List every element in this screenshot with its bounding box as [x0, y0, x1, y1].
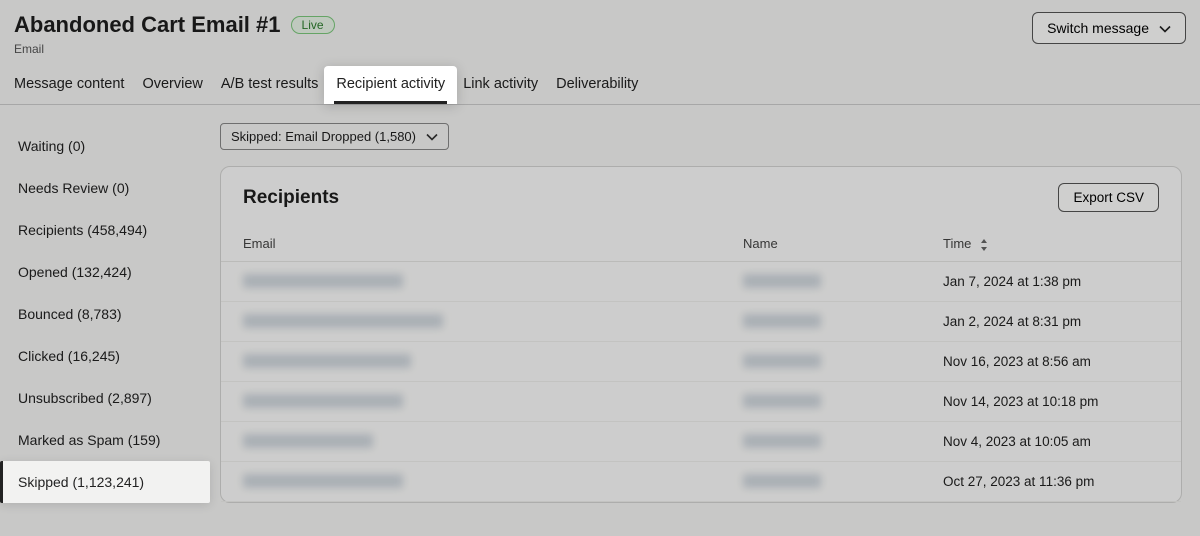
tab-overview[interactable]: Overview [142, 76, 202, 104]
export-csv-button[interactable]: Export CSV [1058, 183, 1159, 212]
email-cell: xxxxxxxxxxxxxxxx [243, 474, 403, 488]
sidebar-item-opened[interactable]: Opened (132,424) [0, 251, 210, 293]
table-row[interactable]: xxxxxxxxxxxxxxxxxxxxxxxNov 4, 2023 at 10… [221, 422, 1181, 462]
sort-icon [979, 239, 989, 251]
time-cell: Nov 16, 2023 at 8:56 am [921, 342, 1181, 382]
filter-label: Skipped: Email Dropped (1,580) [231, 129, 416, 144]
email-cell: xxxxxxxxxxxxxxxx [243, 394, 403, 408]
chevron-down-icon [1159, 22, 1171, 34]
time-cell: Jan 7, 2024 at 1:38 pm [921, 262, 1181, 302]
filter-dropdown[interactable]: Skipped: Email Dropped (1,580) [220, 123, 449, 150]
sidebar-item-bounced[interactable]: Bounced (8,783) [0, 293, 210, 335]
sidebar-item-needs-review[interactable]: Needs Review (0) [0, 167, 210, 209]
switch-message-button[interactable]: Switch message [1032, 12, 1186, 44]
tab-message-content[interactable]: Message content [14, 76, 124, 104]
table-row[interactable]: xxxxxxxxxxxxxxxxxxxxxxxOct 27, 2023 at 1… [221, 462, 1181, 502]
name-cell: xxxxxxx [743, 474, 821, 488]
column-time[interactable]: Time [921, 226, 1181, 262]
recipients-panel: Recipients Export CSV Email Name Time [220, 166, 1182, 503]
sidebar-item-skipped[interactable]: Skipped (1,123,241) [0, 461, 210, 503]
table-row[interactable]: xxxxxxxxxxxxxxxxxxxxxxxNov 16, 2023 at 8… [221, 342, 1181, 382]
table-row[interactable]: xxxxxxxxxxxxxxxxxxxxxxxJan 7, 2024 at 1:… [221, 262, 1181, 302]
sidebar-item-clicked[interactable]: Clicked (16,245) [0, 335, 210, 377]
page-title: Abandoned Cart Email #1 [14, 12, 281, 38]
name-cell: xxxxxxx [743, 434, 821, 448]
tab-ab-test-results[interactable]: A/B test results [221, 76, 319, 104]
tab-deliverability[interactable]: Deliverability [556, 76, 638, 104]
time-cell: Jan 2, 2024 at 8:31 pm [921, 302, 1181, 342]
sidebar: Waiting (0) Needs Review (0) Recipients … [0, 105, 210, 529]
time-cell: Nov 14, 2023 at 10:18 pm [921, 382, 1181, 422]
email-cell: xxxxxxxxxxxxxxxx [243, 314, 443, 328]
table-row[interactable]: xxxxxxxxxxxxxxxxxxxxxxxNov 14, 2023 at 1… [221, 382, 1181, 422]
column-name[interactable]: Name [721, 226, 921, 262]
email-cell: xxxxxxxxxxxxxxxx [243, 354, 411, 368]
email-cell: xxxxxxxxxxxxxxxx [243, 274, 403, 288]
time-cell: Oct 27, 2023 at 11:36 pm [921, 462, 1181, 502]
name-cell: xxxxxxx [743, 314, 821, 328]
chevron-down-icon [426, 131, 438, 143]
status-badge: Live [291, 16, 335, 34]
time-cell: Nov 4, 2023 at 10:05 am [921, 422, 1181, 462]
sidebar-item-marked-as-spam[interactable]: Marked as Spam (159) [0, 419, 210, 461]
sidebar-item-unsubscribed[interactable]: Unsubscribed (2,897) [0, 377, 210, 419]
recipients-table: Email Name Time xxxxxxxxxxxxxxxxxxxxxxxJ… [221, 226, 1181, 502]
page-subtitle: Email [14, 42, 335, 56]
panel-title: Recipients [243, 187, 339, 209]
tab-recipient-activity[interactable]: Recipient activity [324, 66, 457, 104]
sidebar-item-waiting[interactable]: Waiting (0) [0, 125, 210, 167]
name-cell: xxxxxxx [743, 354, 821, 368]
table-row[interactable]: xxxxxxxxxxxxxxxxxxxxxxxJan 2, 2024 at 8:… [221, 302, 1181, 342]
name-cell: xxxxxxx [743, 394, 821, 408]
tab-bar: Message content Overview A/B test result… [0, 76, 1200, 105]
tab-link-activity[interactable]: Link activity [463, 76, 538, 104]
sidebar-item-recipients[interactable]: Recipients (458,494) [0, 209, 210, 251]
email-cell: xxxxxxxxxxxxxxxx [243, 434, 373, 448]
switch-message-label: Switch message [1047, 20, 1149, 36]
name-cell: xxxxxxx [743, 274, 821, 288]
column-email[interactable]: Email [221, 226, 721, 262]
